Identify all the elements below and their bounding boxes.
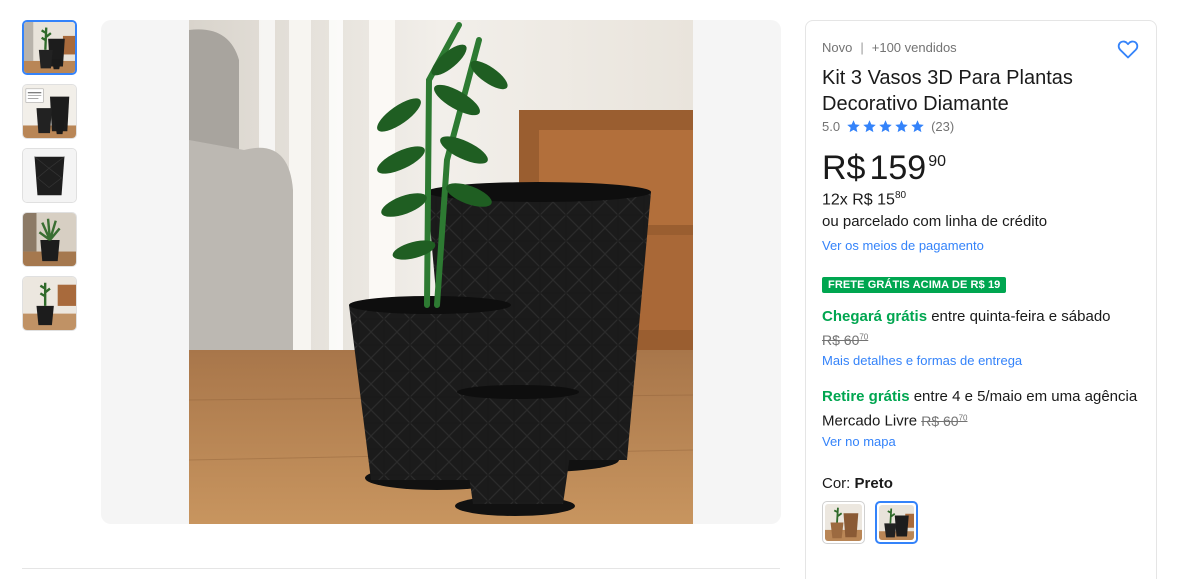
pickup-old-price-cents: 70: [958, 412, 968, 422]
shipping-info: Chegará grátis entre quinta-feira e sába…: [822, 307, 1140, 351]
price-currency: R$: [822, 149, 866, 187]
color-selected: Preto: [854, 474, 893, 492]
thumbnail-3[interactable]: [22, 148, 77, 203]
thumbnail-5[interactable]: [22, 276, 77, 331]
rating-count: (23): [931, 119, 955, 134]
thumbnail-image: [24, 22, 75, 73]
shipping-details-link[interactable]: Mais detalhes e formas de entrega: [822, 353, 1022, 368]
buy-box: Novo | +100 vendidos Kit 3 Vasos 3D Para…: [805, 20, 1157, 579]
star-icon: [863, 120, 876, 133]
shipping-old-price: R$ 6070: [822, 332, 868, 348]
condition-label: Novo: [822, 39, 853, 55]
pickup-old-price-amount: R$ 60: [921, 412, 959, 429]
installments-cents: 80: [894, 190, 907, 201]
installments: 12x R$ 1580: [822, 190, 1140, 209]
thumbnail-image: [23, 213, 76, 266]
map-link[interactable]: Ver no mapa: [822, 434, 896, 449]
price-amount: 159: [869, 149, 927, 187]
arrival-text: entre quinta-feira e sábado: [927, 308, 1111, 326]
thumbnail-image: [23, 277, 76, 330]
meta-separator: |: [860, 39, 864, 55]
price: R$ 159 90: [822, 148, 1140, 188]
product-title: Kit 3 Vasos 3D Para Plantas Decorativo D…: [822, 67, 1073, 115]
divider: [22, 568, 780, 569]
free-shipping-badge: FRETE GRÁTIS ACIMA DE R$ 19: [822, 277, 1007, 294]
thumbnail-1[interactable]: [22, 20, 77, 75]
thumbnail-list: [22, 20, 78, 340]
sold-count: +100 vendidos: [871, 39, 957, 55]
star-icon: [895, 120, 908, 133]
payment-methods-link[interactable]: Ver os meios de pagamento: [822, 238, 984, 253]
heart-icon[interactable]: [1116, 37, 1140, 61]
swatch-black[interactable]: [875, 500, 918, 544]
pickup-info: Retire grátis entre 4 e 5/maio em uma ag…: [822, 386, 1140, 432]
star-icon: [911, 120, 924, 133]
star-icon: [879, 120, 892, 133]
swatch-brown[interactable]: [822, 500, 865, 544]
thumbnail-2[interactable]: [22, 84, 77, 139]
star-icon: [847, 120, 860, 133]
pickup-old-price: R$ 6070: [921, 413, 967, 429]
thumbnail-image: [23, 149, 76, 202]
pickup-highlight: Retire grátis: [822, 387, 910, 405]
main-image-viewer[interactable]: [101, 20, 781, 524]
shipping-old-price-cents: 70: [859, 332, 869, 342]
color-label: Cor: Preto: [822, 475, 1140, 492]
arrival-highlight: Chegará grátis: [822, 308, 928, 326]
product-main-image: [189, 20, 693, 524]
thumbnail-4[interactable]: [22, 212, 77, 267]
color-swatches: [822, 500, 1140, 544]
installments-amount: 12x R$ 15: [822, 191, 895, 209]
thumbnail-image: [23, 85, 76, 138]
shipping-old-price-amount: R$ 60: [822, 331, 860, 348]
swatch-image: [825, 503, 862, 541]
color-label-text: Cor:: [822, 474, 855, 492]
swatch-image: [879, 504, 914, 540]
credit-text: ou parcelado com linha de crédito: [822, 213, 1048, 231]
product-meta: Novo | +100 vendidos: [822, 39, 1140, 55]
rating-stars: [846, 119, 925, 134]
price-cents: 90: [928, 153, 946, 170]
rating[interactable]: 5.0 (23): [822, 119, 1140, 134]
rating-value: 5.0: [822, 119, 841, 134]
